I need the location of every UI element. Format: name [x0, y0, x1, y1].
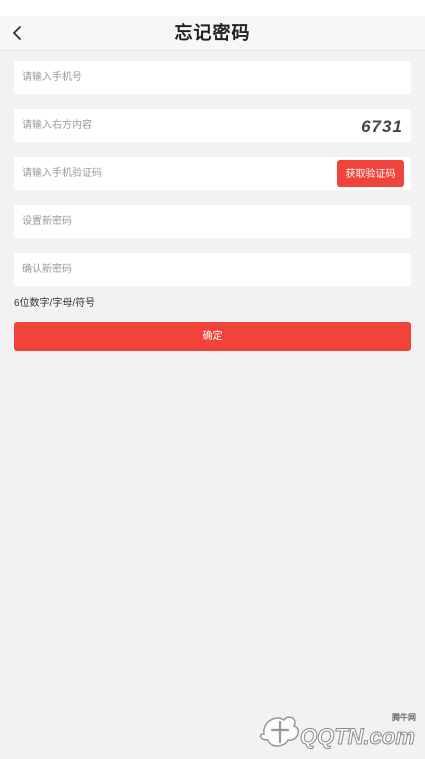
sms-code-input[interactable]: [22, 157, 322, 190]
watermark-site-name: 腾牛网: [392, 713, 416, 722]
phone-input[interactable]: [22, 61, 402, 94]
sms-code-field: 获取验证码: [14, 157, 411, 190]
page-title: 忘记密码: [174, 23, 251, 43]
password-hint: 6位数字/字母/符号: [14, 298, 96, 309]
get-sms-code-button[interactable]: 获取验证码: [337, 160, 404, 187]
status-bar: [0, 0, 425, 16]
captcha-code: 6731: [361, 117, 403, 136]
watermark-logo: QQTN.com 腾牛网: [258, 708, 420, 754]
confirm-button[interactable]: 确定: [14, 322, 411, 351]
captcha-field: 6731: [14, 109, 411, 142]
new-password-field: [14, 205, 411, 238]
phone-field: [14, 61, 411, 94]
captcha-image[interactable]: 6731: [359, 114, 405, 137]
confirm-password-field: [14, 253, 411, 286]
new-password-input[interactable]: [22, 205, 402, 238]
nav-bar: 忘记密码: [0, 16, 425, 51]
captcha-input[interactable]: [22, 109, 342, 142]
confirm-password-input[interactable]: [22, 253, 402, 286]
watermark-brand: QQTN.com: [300, 724, 415, 749]
